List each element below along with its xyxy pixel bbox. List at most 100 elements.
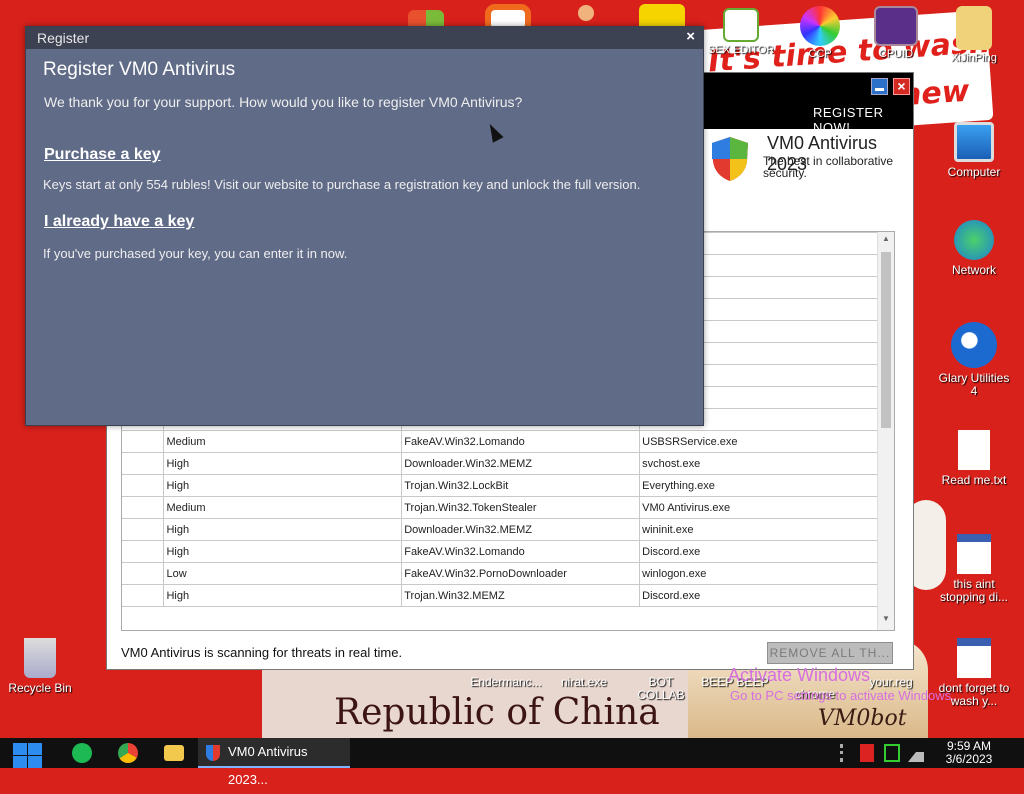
volume-icon[interactable]: [908, 752, 924, 762]
desktop-icon-bot-collab[interactable]: BOT COLLAB: [626, 676, 696, 702]
desktop-icon-hex-editor[interactable]: SEX EDITOR: [708, 8, 774, 56]
text-file-icon: [958, 430, 990, 470]
tray-overflow-icon[interactable]: [840, 744, 844, 762]
have-key-link[interactable]: I already have a key: [44, 213, 194, 231]
windows-logo-icon: [13, 756, 27, 768]
desktop-icon-this-aint[interactable]: this aint stopping di...: [936, 534, 1012, 604]
register-dialog[interactable]: Register × Register VM0 Antivirus We tha…: [25, 26, 704, 426]
close-button[interactable]: ×: [893, 78, 910, 95]
purchase-key-description: Keys start at only 554 rubles! Visit our…: [43, 177, 641, 192]
desktop-icon-label: nirat.exe: [560, 675, 608, 689]
desktop-icon-recycle-bin[interactable]: Recycle Bin: [2, 638, 78, 695]
threat-name-cell: Trojan.Win32.LockBit: [401, 474, 641, 497]
table-row[interactable]: High Downloader.Win32.MEMZ wininit.exe: [122, 518, 878, 541]
threat-name-cell: Trojan.Win32.TokenStealer: [401, 496, 641, 519]
taskbar-clock[interactable]: 9:59 AM 3/6/2023: [938, 740, 1000, 766]
remove-all-threats-button[interactable]: REMOVE ALL TH...: [767, 642, 893, 664]
register-dialog-title: Register: [37, 30, 90, 46]
table-row[interactable]: High FakeAV.Win32.Lomando Discord.exe: [122, 540, 878, 563]
desktop-icon-glary[interactable]: Glary Utilities 4: [936, 322, 1012, 398]
taskbar-item-label: VM0 Antivirus 2023...: [228, 744, 308, 787]
process-cell: svchost.exe: [639, 452, 878, 475]
register-dialog-titlebar[interactable]: Register ×: [26, 27, 703, 49]
threat-name-cell: Trojan.Win32.MEMZ: [401, 584, 641, 607]
activate-windows-title: Activate Windows: [728, 665, 871, 685]
flag-icon[interactable]: [860, 744, 874, 762]
taskbar-item-vm0-antivirus[interactable]: VM0 Antivirus 2023...: [198, 738, 350, 787]
register-intro: We thank you for your support. How would…: [44, 94, 523, 110]
desktop-icon-network[interactable]: Network: [936, 220, 1012, 277]
desktop-icon-readme[interactable]: Read me.txt: [936, 430, 1012, 487]
table-row[interactable]: High Trojan.Win32.MEMZ Discord.exe: [122, 584, 878, 607]
scrollbar-thumb[interactable]: [881, 252, 891, 428]
network-icon: [954, 220, 994, 260]
desktop-icon-xijinping[interactable]: XiJinPing: [944, 6, 1004, 64]
minimize-button[interactable]: [871, 78, 888, 95]
file-explorer-icon[interactable]: [164, 745, 184, 761]
cpuz-icon: [874, 6, 918, 46]
start-button[interactable]: [10, 741, 44, 768]
desktop-icon-label: Glary Utilities 4: [938, 371, 1010, 398]
threat-name-cell: FakeAV.Win32.Lomando: [401, 430, 641, 453]
network-status-icon[interactable]: [884, 744, 900, 762]
row-header-cell: [122, 430, 165, 453]
desktop-icon-label: Computer: [947, 165, 1001, 179]
scroll-down-icon[interactable]: ▼: [878, 614, 894, 628]
windows-logo-icon: [13, 743, 27, 755]
clock-date: 3/6/2023: [945, 752, 993, 766]
shield-icon: [712, 137, 748, 181]
process-cell: Everything.exe: [639, 474, 878, 497]
table-scrollbar[interactable]: ▲ ▼: [877, 232, 894, 630]
table-row[interactable]: High Trojan.Win32.LockBit Everything.exe: [122, 474, 878, 497]
table-row[interactable]: Medium FakeAV.Win32.Lomando USBSRService.e…: [122, 430, 878, 453]
row-header-cell: [122, 562, 165, 585]
desktop-icon-cpuid[interactable]: CPUID: [866, 6, 926, 60]
severity-cell: High: [163, 540, 403, 563]
product-tagline: The best in collaborative security.: [763, 154, 894, 180]
shield-icon: [206, 745, 220, 761]
severity-cell: High: [163, 474, 403, 497]
desktop-icon-label: CCP: [808, 48, 832, 60]
desktop-icon-ccp[interactable]: CCP: [790, 6, 850, 60]
row-header-cell: [122, 452, 165, 475]
windows-logo-icon: [28, 756, 42, 768]
process-cell: wininit.exe: [639, 518, 878, 541]
desktop-icon-endermanch[interactable]: Endermanc...: [468, 676, 544, 689]
register-heading: Register VM0 Antivirus: [43, 59, 236, 80]
desktop-icon-label: this aint stopping di...: [939, 577, 1009, 604]
desktop-icon-nirat[interactable]: nirat.exe: [546, 676, 622, 689]
row-header-cell: [122, 518, 165, 541]
color-wheel-icon: [800, 6, 840, 46]
recycle-bin-icon: [24, 638, 56, 678]
purchase-key-link[interactable]: Purchase a key: [44, 146, 161, 164]
row-header-cell: [122, 496, 165, 519]
threat-name-cell: Downloader.Win32.MEMZ: [401, 452, 641, 475]
severity-cell: High: [163, 584, 403, 607]
desktop-icon-label: Recycle Bin: [8, 681, 72, 695]
close-icon[interactable]: ×: [686, 28, 695, 45]
glary-utilities-icon: [951, 322, 997, 368]
wallpaper-bottom-text: Republic of China: [334, 692, 660, 733]
row-header-cell: [122, 474, 165, 497]
table-row[interactable]: Medium Trojan.Win32.TokenStealer VM0 Antiv…: [122, 496, 878, 519]
calendar-file-icon: [957, 534, 991, 574]
table-row[interactable]: Low FakeAV.Win32.PornoDownloader winlogon.…: [122, 562, 878, 585]
threat-name-cell: Downloader.Win32.MEMZ: [401, 518, 641, 541]
desktop-icon-computer[interactable]: Computer: [936, 122, 1012, 179]
severity-cell: Low: [163, 562, 403, 585]
table-row[interactable]: High Downloader.Win32.MEMZ svchost.exe: [122, 452, 878, 475]
desktop-icon-label: SEX EDITOR: [708, 44, 774, 56]
wallpaper-signature: VM0bot: [818, 706, 907, 731]
hex-editor-icon: [723, 8, 759, 42]
spotify-icon[interactable]: [72, 743, 92, 763]
chrome-icon[interactable]: [118, 743, 138, 763]
user-folder-icon: [956, 6, 992, 50]
severity-cell: High: [163, 452, 403, 475]
scroll-up-icon[interactable]: ▲: [878, 234, 894, 248]
taskbar: VM0 Antivirus 2023... 9:59 AM 3/6/2023: [0, 738, 1024, 787]
desktop-icon-label: XiJinPing: [951, 52, 997, 64]
severity-cell: Medium: [163, 430, 403, 453]
process-cell: Discord.exe: [639, 584, 878, 607]
desktop-icon-label: your.reg: [869, 675, 913, 689]
threat-name-cell: FakeAV.Win32.Lomando: [401, 540, 641, 563]
